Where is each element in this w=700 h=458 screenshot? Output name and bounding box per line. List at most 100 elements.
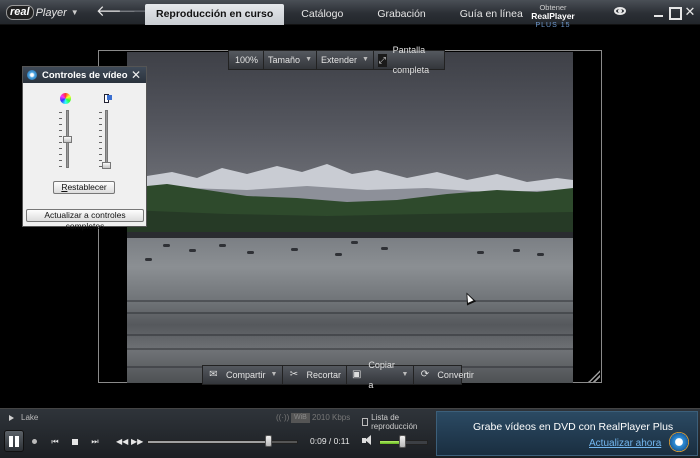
reset-button[interactable]: Restablecer: [53, 181, 115, 194]
video-display[interactable]: [127, 52, 573, 383]
quality-badge: WiB: [291, 413, 310, 423]
resize-grip-icon[interactable]: [588, 370, 600, 382]
transport-controls: ⏮ ⏭ ◀◀ ▶▶ 0:09 / 0:11: [0, 428, 434, 456]
video-bird: [163, 244, 170, 247]
logo-real: real: [6, 5, 34, 20]
realplayer-menu-button[interactable]: real Player ▼: [6, 4, 79, 21]
rewind-icon[interactable]: ◀◀: [116, 436, 128, 448]
next-icon[interactable]: ⏭: [89, 436, 101, 448]
copy-to-button[interactable]: ▣ Copiar a ▼: [347, 360, 415, 390]
video-bird: [291, 248, 298, 251]
video-bird: [145, 258, 152, 261]
back-arrow-icon[interactable]: 🡐: [96, 3, 136, 22]
fullscreen-label: Pantalla completa: [392, 45, 430, 75]
video-controls-dialog: Controles de vídeo ✕ Restablecer Actuali…: [22, 66, 147, 231]
fast-forward-icon[interactable]: ▶▶: [131, 436, 143, 448]
upgrade-full-controls-button[interactable]: Actualizar a controles completos: [26, 209, 144, 231]
top-bar: real Player ▼ 🡐 🡒 Reproducción en curso …: [0, 0, 700, 29]
tab-now-playing[interactable]: Reproducción en curso: [145, 4, 285, 25]
fullscreen-button[interactable]: ⤢ Pantalla completa: [372, 45, 444, 75]
video-action-toolbar: ✉ Compartir ▼ ✂ Recortar ▣ Copiar a ▼ ⟳ Conver…: [202, 360, 474, 390]
dialog-title-bar[interactable]: Controles de vídeo ✕: [23, 67, 146, 83]
promo-banner: Grabe vídeos en DVD con RealPlayer Plus …: [436, 411, 698, 456]
time-display: 0:09 / 0:11: [310, 436, 350, 446]
video-bird: [335, 253, 342, 256]
trim-label: Recortar: [306, 370, 341, 380]
color-slider-thumb[interactable]: [63, 136, 72, 143]
realplayer-plus-icon: [669, 432, 689, 452]
extend-label: Extender: [321, 55, 358, 65]
video-green-hill: [127, 184, 573, 238]
eye-icon[interactable]: [612, 4, 628, 18]
stop-icon[interactable]: [69, 436, 81, 448]
promo-text: Grabe vídeos en DVD con RealPlayer Plus: [473, 421, 674, 433]
share-label: Compartir: [226, 370, 266, 380]
close-icon[interactable]: ✕: [683, 5, 697, 19]
playlist-icon: [362, 418, 369, 426]
video-bird: [477, 251, 484, 254]
tab-burn[interactable]: Grabación: [360, 4, 442, 25]
forward-arrow-icon[interactable]: 🡒: [118, 3, 158, 22]
maximize-icon[interactable]: [667, 5, 682, 20]
upgrade-line2: PLUS 15: [535, 22, 571, 29]
seek-bar[interactable]: [147, 440, 298, 444]
scissors-icon: ✂: [289, 369, 299, 380]
brightness-icon: [103, 93, 114, 104]
brightness-slider-thumb[interactable]: [102, 162, 111, 169]
bitrate: 2010 Kbps: [312, 413, 351, 422]
brightness-slider-track[interactable]: [105, 110, 108, 168]
envelope-icon: ✉: [209, 369, 218, 380]
video-bird: [351, 241, 358, 244]
video-bird: [247, 251, 254, 254]
video-bird: [381, 247, 388, 250]
main-tabs: Reproducción en curso Catálogo Grabación…: [145, 4, 540, 25]
video-water: [127, 238, 573, 383]
size-dropdown[interactable]: Tamaño ▼: [263, 50, 316, 70]
slider-ticks: [99, 112, 102, 168]
seek-thumb[interactable]: [265, 435, 273, 447]
convert-label: Convertir: [437, 370, 474, 380]
previous-icon[interactable]: ⏮: [49, 436, 61, 448]
upgrade-now-link[interactable]: Actualizar ahora: [589, 438, 661, 449]
chevron-down-icon: ▼: [362, 56, 369, 63]
logo-player: Player: [35, 6, 67, 19]
convert-button[interactable]: ⟳ Convertir: [414, 365, 479, 385]
volume-icon[interactable]: [362, 434, 374, 448]
video-bird: [537, 253, 544, 256]
device-icon: ▣: [351, 369, 362, 380]
stereo-icon: ((·)): [276, 413, 290, 422]
zoom-level: 100%: [235, 55, 259, 65]
pause-button[interactable]: [4, 430, 24, 452]
trim-button[interactable]: ✂ Recortar: [283, 365, 347, 385]
play-icon: [9, 415, 14, 421]
fullscreen-icon: ⤢: [377, 53, 387, 67]
clip-title: Lake: [21, 413, 39, 422]
get-realplayer-plus-link[interactable]: Obtener RealPlayer PLUS 15: [517, 3, 589, 29]
slider-ticks: [59, 112, 62, 168]
share-button[interactable]: ✉ Compartir ▼: [203, 365, 284, 385]
status-row: Lake ((·)) WiB 2010 Kbps Lista de reprod…: [0, 412, 434, 431]
chevron-down-icon: ▼: [401, 371, 409, 378]
video-bird: [219, 244, 226, 247]
convert-icon: ⟳: [420, 369, 430, 380]
record-icon[interactable]: [29, 436, 41, 448]
bottom-panel: Lake ((·)) WiB 2010 Kbps Lista de reprod…: [0, 408, 700, 458]
video-bird: [189, 249, 196, 252]
dialog-title: Controles de vídeo: [42, 69, 128, 81]
chevron-down-icon: ▼: [70, 8, 79, 17]
chevron-down-icon: ▼: [270, 371, 278, 378]
seek-progress: [148, 441, 271, 443]
video-size-toolbar: 100% Tamaño ▼ Extender ▼ ⤢ Pantalla complet…: [228, 45, 445, 75]
volume-thumb[interactable]: [398, 435, 406, 448]
minimize-icon[interactable]: [652, 5, 666, 19]
upgrade-brand: RealPlayer: [531, 11, 575, 21]
copy-label: Copiar a: [368, 360, 395, 390]
color-wheel-icon: [60, 93, 71, 104]
close-icon[interactable]: ✕: [131, 68, 141, 82]
video-bird: [513, 249, 520, 252]
size-label: Tamaño: [268, 55, 301, 65]
realplayer-icon: [27, 70, 37, 80]
chevron-down-icon: ▼: [305, 56, 312, 63]
extend-dropdown[interactable]: Extender ▼: [316, 50, 373, 70]
tab-library[interactable]: Catálogo: [284, 4, 360, 25]
